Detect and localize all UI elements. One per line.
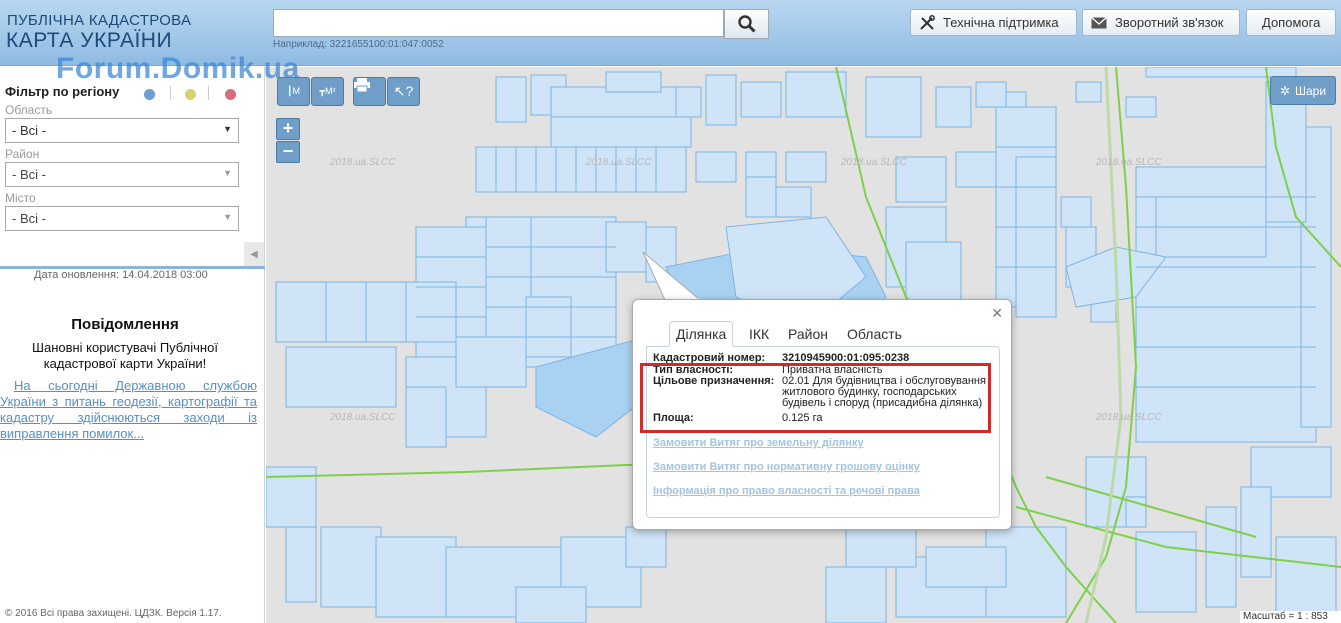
layers-label: Шари [1295,83,1327,98]
feedback-button[interactable]: Зворотний зв'язок [1082,9,1240,36]
map-watermark: 2018.ua.SLCC [330,412,396,423]
raion-select-value: - Всі - [12,167,46,182]
city-select-value: - Всі - [12,211,46,226]
dropdown-arrow-icon: ▼ [223,212,232,222]
logo-line1[interactable]: ПУБЛІЧНА КАДАСТРОВА [7,12,191,29]
dropdown-arrow-icon: ▼ [223,124,232,134]
search-button[interactable] [724,9,769,39]
gear-icon: ✲ [1279,83,1290,98]
measure-area-button[interactable]: ┳М² [311,77,344,106]
filter-dot-yellow[interactable] [185,89,196,100]
map-watermark: 2018.ua.SLCC [841,157,907,168]
divider [208,86,209,100]
oblast-label: Область [5,103,53,117]
city-select[interactable]: - Всі - ▼ [5,206,239,231]
sidebar: Фільтр по регіону Область - Всі - ▼ Райо… [0,67,265,623]
printer-icon [354,78,370,92]
oblast-select[interactable]: - Всі - ▼ [5,118,239,143]
notice-text: Шановні користувачі Публічної кадастрово… [32,340,218,371]
order-extract-link[interactable]: Замовити Витяг про земельну ділянку [653,437,864,449]
zoom-out-button[interactable]: − [276,141,300,163]
chevron-left-icon: ◀ [250,248,258,260]
search-input[interactable] [273,9,724,37]
map-watermark: 2018.ua.SLCC [1096,412,1162,423]
forum-watermark: Forum.Domik.ua [56,52,300,85]
map-watermark: 2018.ua.SLCC [330,157,396,168]
tech-support-label: Технічна підтримка [943,15,1059,30]
notice-link[interactable]: На сьогодні Державною службою України з … [0,378,257,442]
oblast-select-value: - Всі - [12,123,46,138]
search-icon [737,15,756,33]
logo-line2[interactable]: КАРТА УКРАЇНИ [6,29,172,53]
filter-dot-blue[interactable] [144,89,155,100]
filter-dot-red[interactable] [225,89,236,100]
search-hint: Наприклад: 3221655100:01:047:0052 [273,39,444,50]
close-icon[interactable]: ✕ [991,305,1003,322]
help-label: Допомога [1262,15,1321,30]
tab-parcel[interactable]: Ділянка [669,321,734,347]
raion-label: Район [5,147,40,161]
divider [170,86,171,100]
city-label: Місто [5,191,36,205]
region-filter-title: Фільтр по регіону [5,84,120,99]
order-valuation-link[interactable]: Замовити Витяг про нормативну грошову оц… [653,461,920,473]
ownership-info-link[interactable]: Інформація про право власності та речові… [653,485,920,497]
print-button[interactable] [353,77,386,106]
tab-ikk[interactable]: ІКК [743,321,775,347]
copyright: © 2016 Всі права захищені. ЦДЗК. Версія … [5,608,222,619]
help-button[interactable]: Допомога [1246,9,1336,36]
dropdown-arrow-icon: ▼ [223,168,232,178]
tech-support-button[interactable]: Технічна підтримка [910,9,1077,36]
collapse-sidebar-button[interactable]: ◀ [244,242,264,266]
highlight-box [640,363,991,433]
scale-indicator: Масштаб = 1 : 853 [1240,611,1341,623]
layers-button[interactable]: ✲ Шари [1270,76,1336,105]
raion-select[interactable]: - Всі - ▼ [5,162,239,187]
tools-icon [920,14,935,30]
map-watermark: 2018.ua.SLCC [586,157,652,168]
zoom-in-button[interactable]: + [276,118,300,140]
update-date: Дата оновлення: 14.04.2018 03:00 [34,269,208,281]
identify-button[interactable]: ↖? [387,77,420,106]
ruler-icon: ┃М [287,86,300,96]
map-watermark: 2018.ua.SLCC [1096,157,1162,168]
popup-pointer [642,251,702,302]
envelope-icon [1091,16,1107,28]
notice-title: Повідомлення [71,316,179,333]
feedback-label: Зворотний зв'язок [1115,15,1224,30]
tab-oblast[interactable]: Область [841,321,908,347]
cursor-question-icon: ↖? [393,83,414,99]
area-ruler-icon: ┳М² [319,86,336,96]
tab-raion[interactable]: Район [782,321,834,347]
